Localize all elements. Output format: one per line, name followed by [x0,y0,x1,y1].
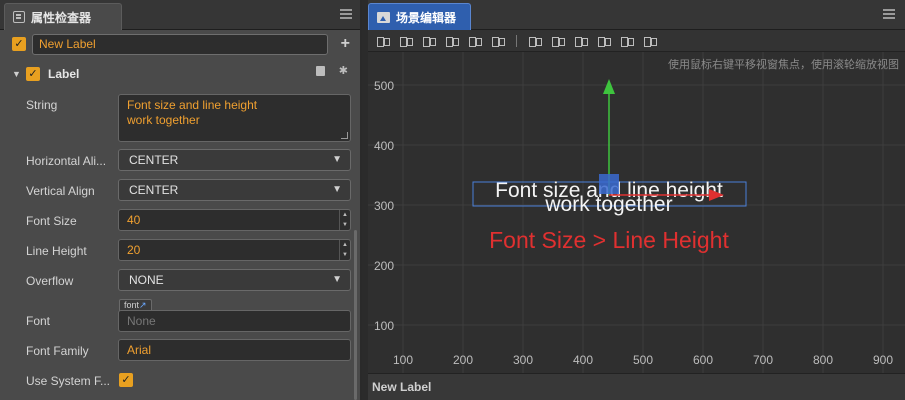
distribute-right-icon[interactable] [643,35,657,47]
string-textarea[interactable]: Font size and line height work together [118,94,351,142]
y-tick-label: 500 [374,79,394,93]
align-bottom-icon[interactable] [422,35,436,47]
y-tick-label: 400 [374,139,394,153]
gear-icon[interactable]: ✱ [339,66,348,77]
dropdown-arrow-icon: ▼ [332,184,342,195]
prop-label-vertical-align: Vertical Align [26,184,95,198]
annotation-text: Font Size > Line Height [489,227,729,253]
x-tick-label: 900 [873,353,893,367]
line-height-stepper[interactable]: ▲ ▼ [339,240,350,260]
component-title: Label [48,67,80,81]
node-header: ✓ New Label + [12,33,352,55]
prop-label-font-size: Font Size [26,214,77,228]
prop-label-line-height: Line Height [26,244,87,258]
font-family-input[interactable]: Arial [118,339,351,361]
panel-menu-icon[interactable] [883,9,895,19]
y-tick-label: 200 [374,259,394,273]
x-tick-label: 800 [813,353,833,367]
line-height-input[interactable]: 20 ▲ ▼ [118,239,351,261]
gizmo-center-handle[interactable] [599,174,619,194]
vertical-align-value: CENTER [129,183,179,197]
align-vcenter-icon[interactable] [399,35,413,47]
y-tick-label: 300 [374,199,394,213]
font-placeholder: None [127,314,156,328]
prop-label-use-system-font: Use System F... [26,374,111,388]
y-tick-label: 100 [374,319,394,333]
scene-status-bar: New Label [368,373,905,400]
x-tick-label: 500 [633,353,653,367]
overflow-select[interactable]: NONE ▼ [118,269,351,291]
component-enabled-checkbox[interactable]: ✓ [26,67,40,81]
x-tick-label: 200 [453,353,473,367]
distribute-left-icon[interactable] [597,35,611,47]
collapse-caret-icon[interactable]: ▼ [12,69,22,79]
panel-menu-icon[interactable] [340,9,352,19]
align-toolbar [368,30,905,52]
distribute-top-icon[interactable] [528,35,542,47]
distribute-vcenter-icon[interactable] [551,35,565,47]
toolbar-divider [516,34,517,47]
horizontal-align-value: CENTER [129,153,179,167]
label-text-line-2: work together [544,193,672,216]
tab-scene-label: 场景编辑器 [396,10,457,25]
add-component-button[interactable]: + [341,34,350,54]
prop-label-overflow: Overflow [26,274,74,288]
x-axis-ticks: 100 200 300 400 500 600 700 800 900 [393,353,893,367]
tab-inspector-label: 属性检查器 [31,10,92,25]
font-size-value: 40 [127,213,141,227]
prop-label-string: String [26,98,58,112]
inspector-scrollbar[interactable] [354,230,357,400]
font-size-input[interactable]: 40 ▲ ▼ [118,209,351,231]
scene-editor-panel: 场景编辑器 500 400 300 200 100 100 200 300 400 500 600… [368,0,905,400]
scene-icon [377,11,390,23]
font-asset-field[interactable]: None [118,310,351,332]
inspector-icon [13,11,25,23]
align-right-icon[interactable] [491,35,505,47]
dropdown-arrow-icon: ▼ [332,274,342,285]
x-tick-label: 300 [513,353,533,367]
inspector-tabbar: 属性检查器 [0,0,360,30]
node-active-checkbox[interactable]: ✓ [12,37,26,51]
help-book-icon[interactable] [315,66,325,76]
scene-canvas[interactable]: 500 400 300 200 100 100 200 300 400 500 600 700 800… [368,52,905,373]
vertical-align-select[interactable]: CENTER ▼ [118,179,351,201]
prop-label-font-family: Font Family [26,344,89,358]
use-system-font-checkbox[interactable]: ✓ [119,373,133,387]
distribute-bottom-icon[interactable] [574,35,588,47]
align-hcenter-icon[interactable] [468,35,482,47]
inspector-panel: 属性检查器 ✓ New Label + ▼ ✓ Label ✱ String F… [0,0,362,400]
x-tick-label: 600 [693,353,713,367]
font-size-stepper[interactable]: ▲ ▼ [339,210,350,230]
overflow-value: NONE [129,273,164,287]
x-tick-label: 100 [393,353,413,367]
distribute-hcenter-icon[interactable] [620,35,634,47]
horizontal-align-select[interactable]: CENTER ▼ [118,149,351,171]
resize-grip-icon[interactable] [341,132,348,139]
align-top-icon[interactable] [376,35,390,47]
font-family-value: Arial [127,343,152,357]
tab-inspector[interactable]: 属性检查器 [4,3,122,30]
node-name-input[interactable]: New Label [32,33,328,55]
prop-label-horizontal-align: Horizontal Ali... [26,154,107,168]
label-component-header[interactable]: ▼ ✓ Label ✱ [12,64,352,84]
x-tick-label: 400 [573,353,593,367]
external-link-icon[interactable]: ↗ [139,300,147,310]
scene-hint: 使用鼠标右键平移视窗焦点，使用滚轮缩放视图 [668,59,899,71]
tab-scene-editor[interactable]: 场景编辑器 [368,3,471,30]
align-left-icon[interactable] [445,35,459,47]
status-node-name: New Label [372,380,432,394]
string-line-1: Font size and line height [127,98,258,112]
scene-viewport[interactable]: 500 400 300 200 100 100 200 300 400 500 600 700 800… [368,52,905,373]
prop-label-font: Font [26,314,51,328]
scene-tabbar: 场景编辑器 [368,0,905,30]
string-line-2: work together [127,113,200,127]
line-height-value: 20 [127,243,141,257]
font-tag-label: font [124,300,140,310]
dropdown-arrow-icon: ▼ [332,154,342,165]
x-tick-label: 700 [753,353,773,367]
